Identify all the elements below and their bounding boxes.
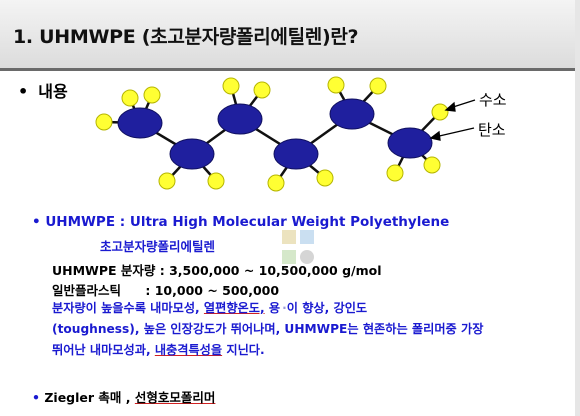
hydrogen-atom [423,156,441,174]
hydrogen-atom [121,89,139,107]
carbon-atom [117,107,163,139]
definition-line: • UHMWPE : Ultra High Molecular Weight P… [32,214,449,230]
hydrogen-atom [327,76,345,94]
ziegler-row: • Ziegler 촉매 , 선형호모폴리머 [32,387,215,406]
paragraph-text: 지닌다. [222,343,265,357]
window-edge [575,0,580,416]
paragraph-line-2: (toughness), 높은 인장강도가 뛰어나며, UHMWPE는 현존하는… [52,322,484,336]
chart-icon [300,230,314,244]
description-paragraph: 분자량이 높을수록 내마모성, 열편향온도, 용 ·이 향상, 강인도 (toug… [52,298,572,361]
definition-abbr: UHMWPE : [45,214,130,230]
carbon-atom [217,103,263,135]
paragraph-text: 분자량이 높을수록 내마모성, [52,301,200,315]
paragraph-text: 이 향상 [286,301,325,315]
arrowhead-icon [444,101,456,112]
ziegler-value: 선형호모폴리머 [134,390,216,405]
hydrogen-atom [207,172,225,190]
definition-bullet: • [32,214,41,230]
carbon-atom [387,127,433,159]
paragraph-line-3: 뛰어난 내마모성과, 내충격특성을 지닌다. [52,340,572,361]
definition-korean: 초고분자량폴리에틸렌 [100,239,216,254]
carbon-pointer-arrow [434,127,475,138]
arrowhead-icon [429,130,441,141]
table-icon [282,230,296,244]
hydrogen-atom [143,86,161,104]
paragraph-text: 뛰어난 내마모성과, [52,343,151,357]
general-plastic-weight-row: 일반플라스틱 : 10,000 ~ 500,000 [52,280,279,299]
hydrogen-atom [369,77,387,95]
hydrogen-atom [386,164,404,182]
hydrogen-legend-label: 수소 [479,91,507,109]
impact-resistance-term: 내충격특성을 [154,343,223,357]
carbon-atom [273,138,319,170]
general-plastic-label: 일반플라스틱 [52,283,122,298]
general-plastic-value: : 10,000 ~ 500,000 [145,283,280,298]
paragraph-line-1: 분자량이 높을수록 내마모성, 열편향온도, 용 ·이 향상, 강인도 [52,298,572,319]
carbon-legend-label: 탄소 [478,121,506,139]
carbon-atoms [117,98,433,170]
paragraph-text: , 강인도 [324,301,368,315]
hydrogen-atom [222,77,240,95]
ziegler-bullet: • [32,390,40,405]
carbon-atom [329,98,375,130]
content-placeholder-icons [282,230,314,264]
hydrogen-atom [267,174,285,192]
picture-icon [282,250,296,264]
heat-deflection-term: 열편향온도, [203,301,265,315]
slide: 1. UHMWPE (초고분자량폴리에틸렌)란? • 내용 수소 탄소 • UH… [0,0,580,416]
hydrogen-atom [158,172,176,190]
hydrogen-atom [316,169,334,187]
paragraph-text: 용 [264,301,281,315]
uhmwpe-weight-label: UHMWPE 분자량 [52,263,156,278]
hydrogen-atom [431,103,449,121]
hydrogen-atom [95,113,113,131]
hydrogen-atom [253,81,271,99]
ziegler-label: Ziegler 촉매 , [44,390,131,405]
media-icon [300,250,314,264]
carbon-atom [169,138,215,170]
